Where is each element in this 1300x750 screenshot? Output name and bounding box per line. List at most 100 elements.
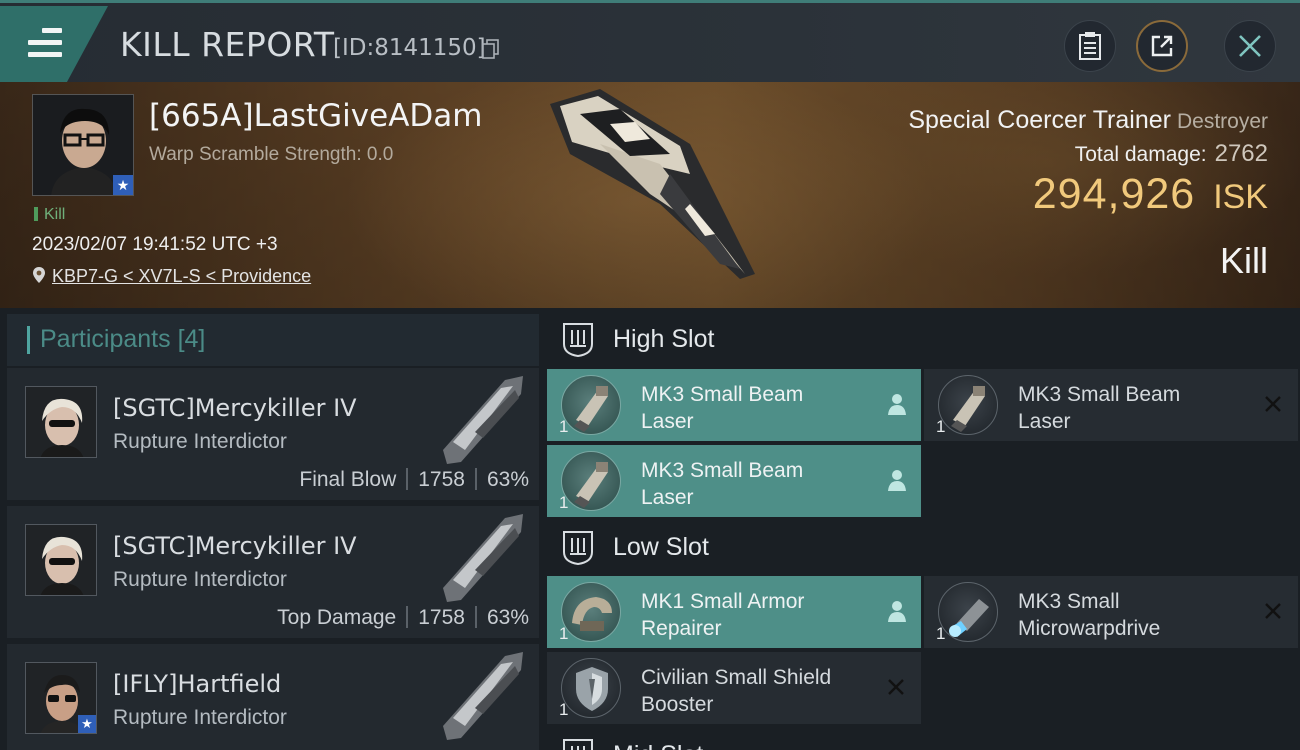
participant-portrait-image (26, 387, 96, 457)
module-item[interactable]: 1 MK3 Small Beam Laser (547, 369, 921, 441)
clipboard-icon (1079, 32, 1101, 60)
high-slot-label: High Slot (613, 325, 715, 353)
module-item[interactable]: 1 Civilian Small Shield Booster (547, 652, 921, 724)
low-slot-header: Low Slot (547, 524, 1298, 572)
report-id: [ID:8141150] (333, 35, 486, 61)
beam-laser-icon (561, 375, 621, 435)
mid-slot-label: Mid Slot (613, 741, 703, 750)
victim-name[interactable]: [665A]LastGiveADam (149, 98, 482, 134)
isk-value: 294,926 (1032, 170, 1196, 218)
participant-percent: 63% (486, 606, 529, 629)
avatar: ★ (25, 662, 97, 734)
module-qty: 1 (559, 493, 569, 512)
participant-ship: Rupture Interdictor (113, 430, 287, 453)
share-icon (1151, 35, 1173, 57)
mid-slot-icon (563, 739, 593, 750)
kill-tag: Kill (34, 206, 65, 224)
avatar (25, 386, 97, 458)
avatar (25, 524, 97, 596)
module-item[interactable]: 1 MK3 Small Beam Laser (547, 445, 921, 517)
participant-ship-image (443, 652, 523, 740)
menu-icon (28, 28, 62, 64)
participant-stats: Top Damage 1758 63% (277, 606, 529, 630)
destroyed-x-icon (1265, 603, 1281, 619)
victim-ship-title: Special Coercer Trainer Destroyer (908, 106, 1268, 135)
module-item[interactable]: 1 MK1 Small Armor Repairer (547, 576, 921, 648)
fitted-person-icon (888, 470, 906, 491)
participant-damage: 1758 (418, 468, 465, 491)
participants-count: [4] (177, 325, 206, 353)
isk-value-line: 294,926 ISK (1033, 170, 1268, 219)
kill-location[interactable]: KBP7-G < XV7L-S < Providence (32, 266, 311, 287)
module-name: MK1 Small Armor Repairer (641, 590, 805, 640)
kill-timestamp: 2023/02/07 19:41:52 UTC +3 (32, 234, 278, 255)
fitted-person-icon (888, 394, 906, 415)
module-qty: 1 (936, 417, 946, 436)
mid-slot-header: Mid Slot (547, 732, 1298, 750)
participant-name: [SGTC]Mercykiller IV (113, 394, 357, 422)
participant-ship: Rupture Interdictor (113, 706, 287, 729)
module-qty: 1 (559, 417, 569, 436)
kill-result: Kill (1219, 240, 1268, 281)
participant-name: [IFLY]Hartfield (113, 670, 282, 698)
module-name: MK3 Small Beam Laser (1018, 383, 1181, 433)
victim-banner: ★ [665A]LastGiveADam Warp Scramble Stren… (0, 82, 1300, 308)
participant-ship: Rupture Interdictor (113, 568, 287, 591)
close-icon (1239, 35, 1261, 57)
participant-card[interactable]: ★ [IFLY]Hartfield Rupture Interdictor (7, 644, 539, 750)
module-name: MK3 Small Beam Laser (641, 383, 804, 433)
shield-booster-icon (561, 658, 621, 718)
participant-role: Final Blow (299, 468, 397, 491)
header-bar: KILL REPORT [ID:8141150] (0, 0, 1300, 82)
participant-ship-image (443, 514, 523, 602)
victim-ship-class: Destroyer (1176, 110, 1268, 133)
destroyed-x-icon (888, 679, 904, 695)
isk-unit: ISK (1213, 178, 1268, 216)
page-title: KILL REPORT (120, 25, 335, 64)
participant-card[interactable]: [SGTC]Mercykiller IV Rupture Interdictor… (7, 506, 539, 638)
victim-avatar[interactable]: ★ (32, 94, 134, 196)
participants-header: Participants [4] (7, 314, 539, 366)
armor-repairer-icon (561, 582, 621, 642)
menu-button[interactable] (0, 6, 108, 82)
warp-scramble-strength: Warp Scramble Strength: 0.0 (149, 144, 394, 165)
destroyed-x-icon (1265, 396, 1281, 412)
participant-ship-image (443, 376, 523, 464)
participant-card[interactable]: [SGTC]Mercykiller IV Rupture Interdictor… (7, 368, 539, 500)
victim-ship-image (550, 89, 755, 279)
participant-role: Top Damage (277, 606, 397, 629)
copy-icon[interactable] (482, 39, 500, 59)
participant-damage: 1758 (418, 606, 465, 629)
beam-laser-icon (561, 451, 621, 511)
victim-ship-name: Special Coercer Trainer (908, 106, 1171, 134)
share-button[interactable] (1136, 20, 1188, 72)
beam-laser-icon (938, 375, 998, 435)
module-name: MK3 Small Microwarpdrive (1018, 590, 1161, 640)
fitted-person-icon (888, 601, 906, 622)
module-name: Civilian Small Shield Booster (641, 666, 832, 716)
microwarpdrive-icon (938, 582, 998, 642)
module-qty: 1 (559, 624, 569, 643)
module-name: MK3 Small Beam Laser (641, 459, 804, 509)
participant-stats: Final Blow 1758 63% (299, 468, 529, 492)
total-damage-value: 2762 (1214, 140, 1268, 167)
close-button[interactable] (1224, 20, 1276, 72)
total-damage-label: Total damage: (1074, 143, 1207, 166)
module-item[interactable]: 1 MK3 Small Microwarpdrive (924, 576, 1298, 648)
faction-star-icon: ★ (78, 715, 96, 733)
location-link[interactable]: KBP7-G < XV7L-S < Providence (52, 266, 311, 286)
participants-label: Participants [4] (40, 325, 206, 353)
high-slot-icon (563, 323, 593, 358)
notes-button[interactable] (1064, 20, 1116, 72)
module-qty: 1 (936, 624, 946, 643)
low-slot-icon (563, 531, 593, 566)
module-item[interactable]: 1 MK3 Small Beam Laser (924, 369, 1298, 441)
module-qty: 1 (559, 700, 569, 719)
participant-name: [SGTC]Mercykiller IV (113, 532, 357, 560)
participant-portrait-image (26, 525, 96, 595)
low-slot-label: Low Slot (613, 533, 709, 561)
total-damage: Total damage: 2762 (1075, 140, 1268, 168)
location-pin-icon (33, 267, 45, 283)
participant-percent: 63% (486, 468, 529, 491)
high-slot-header: High Slot (547, 316, 1298, 364)
